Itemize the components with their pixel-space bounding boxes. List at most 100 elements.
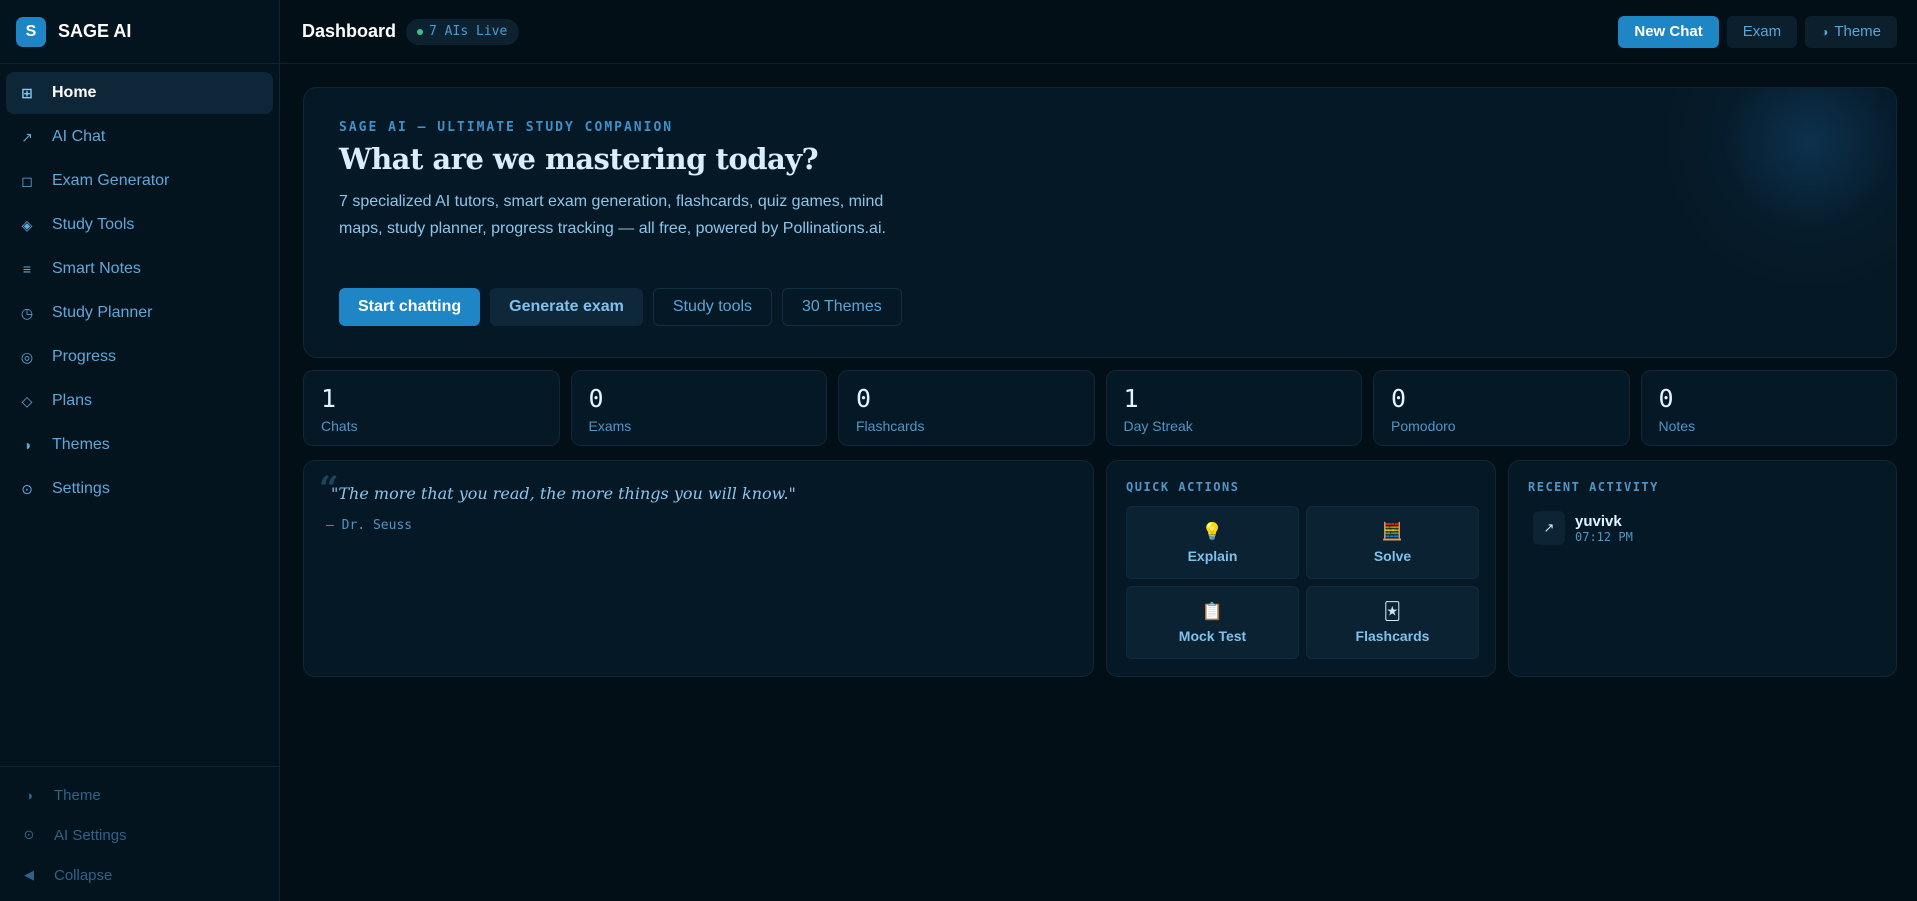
lightbulb-icon: 💡 (1201, 521, 1224, 541)
recent-activity-text: yuvivk 07:12 PM (1575, 513, 1633, 544)
sidebar-item-label: Progress (52, 348, 117, 365)
page-title: Dashboard (302, 21, 397, 41)
sidebar-item-label: Plans (52, 392, 93, 409)
recent-activity-item-time: 07:12 PM (1575, 529, 1633, 544)
stat-label: Exams (588, 418, 632, 434)
stat-flashcards: 0 Flashcards (838, 370, 1095, 446)
stat-value: 1 (1123, 384, 1139, 413)
sidebar-item-label: Themes (52, 436, 110, 453)
quick-action-solve[interactable]: 🧮 Solve (1306, 506, 1479, 579)
sidebar: S SAGE AI ⊞ Home ↗ AI Chat ◻ Exam Genera… (0, 0, 280, 901)
clipboard-icon: 📋 (1201, 601, 1224, 621)
sidebar-footer-theme[interactable]: ◑ Theme (6, 775, 273, 815)
brand[interactable]: S SAGE AI (0, 0, 279, 64)
dot-circle-icon: ⊙ (23, 827, 35, 842)
abacus-icon: 🧮 (1381, 521, 1404, 541)
new-chat-button[interactable]: New Chat (1618, 15, 1719, 48)
live-status-badge: 7 AIs Live (406, 18, 520, 45)
sidebar-item-label: Settings (52, 480, 110, 497)
theme-button-label: Theme (1834, 23, 1881, 40)
theme-button[interactable]: ◑ Theme (1805, 15, 1897, 48)
recent-activity-title: RECENT ACTIVITY (1528, 480, 1659, 494)
diamond-icon: ◇ (21, 392, 33, 409)
brand-name: SAGE AI (58, 21, 132, 41)
quick-action-label: Explain (1187, 547, 1238, 564)
half-circle-icon: ◑ (25, 787, 33, 803)
square-icon: ◻ (21, 172, 33, 189)
sidebar-footer-label: Theme (54, 786, 101, 804)
quick-action-label: Mock Test (1178, 627, 1247, 644)
quick-actions-title: QUICK ACTIONS (1126, 480, 1240, 494)
sidebar-item-study-tools[interactable]: ◈ Study Tools (6, 204, 273, 246)
brand-logo-icon: S (16, 16, 46, 47)
stat-value: 1 (321, 384, 337, 413)
sidebar-item-label: Smart Notes (52, 260, 141, 277)
stat-value: 0 (1658, 384, 1674, 413)
quick-action-flashcards[interactable]: 🃏 Flashcards (1306, 586, 1479, 659)
quick-actions-grid: 💡 Explain 🧮 Solve 📋 Mock Test 🃏 Flashcar… (1126, 506, 1479, 659)
hero-buttons: Start chatting Generate exam Study tools… (339, 288, 902, 326)
half-circle-icon: ◑ (1821, 24, 1829, 39)
sidebar-item-settings[interactable]: ⊙ Settings (6, 468, 273, 510)
live-badge-text: 7 AIs Live (429, 24, 508, 39)
sidebar-item-label: AI Chat (52, 128, 106, 145)
sidebar-item-label: Study Planner (52, 304, 153, 321)
arrow-icon: ↗ (1533, 511, 1565, 545)
triangle-left-icon: ◀ (24, 867, 34, 882)
top-actions: New Chat Exam ◑ Theme (1618, 15, 1897, 48)
stat-value: 0 (1391, 384, 1407, 413)
hero-title: What are we mastering today? (339, 142, 819, 176)
recent-activity-card: RECENT ACTIVITY ↗ yuvivk 07:12 PM (1508, 460, 1897, 677)
sidebar-item-home[interactable]: ⊞ Home (6, 72, 273, 114)
stat-value: 0 (856, 384, 872, 413)
stat-exams: 0 Exams (570, 370, 827, 446)
hero-glow-decoration (1656, 88, 1896, 298)
stat-chats: 1 Chats (303, 370, 560, 446)
quick-action-label: Flashcards (1355, 627, 1430, 644)
hero-card: SAGE AI — ULTIMATE STUDY COMPANION What … (303, 87, 1897, 358)
lines-icon: ≡ (22, 261, 32, 277)
dot-circle-icon: ⊙ (21, 480, 33, 497)
sidebar-item-label: Study Tools (52, 216, 135, 233)
sidebar-item-ai-chat[interactable]: ↗ AI Chat (6, 116, 273, 158)
stats-row: 1 Chats 0 Exams 0 Flashcards 1 Day Strea… (303, 370, 1897, 446)
exam-button[interactable]: Exam (1726, 15, 1798, 48)
sidebar-item-study-planner[interactable]: ◷ Study Planner (6, 292, 273, 334)
quick-action-mock-test[interactable]: 📋 Mock Test (1126, 586, 1299, 659)
sidebar-footer-label: Collapse (54, 866, 113, 884)
stat-day-streak: 1 Day Streak (1105, 370, 1362, 446)
study-tools-button[interactable]: Study tools (652, 288, 773, 326)
quote-author: — Dr. Seuss (326, 518, 413, 533)
stat-label: Flashcards (856, 418, 925, 434)
cards-icon: 🃏 (1383, 601, 1402, 621)
quick-action-label: Solve (1373, 547, 1412, 564)
sidebar-item-exam-generator[interactable]: ◻ Exam Generator (6, 160, 273, 202)
stat-label: Notes (1658, 418, 1696, 434)
themes-button[interactable]: 30 Themes (782, 288, 902, 326)
recent-activity-item[interactable]: ↗ yuvivk 07:12 PM (1533, 511, 1633, 545)
sidebar-nav: ⊞ Home ↗ AI Chat ◻ Exam Generator ◈ Stud… (0, 64, 279, 520)
stat-notes: 0 Notes (1640, 370, 1897, 446)
diamond-dot-icon: ◈ (21, 216, 33, 233)
quick-actions-card: QUICK ACTIONS 💡 Explain 🧮 Solve 📋 Mock T… (1106, 460, 1496, 677)
sidebar-item-plans[interactable]: ◇ Plans (6, 380, 273, 422)
target-icon: ◎ (20, 348, 34, 365)
sidebar-item-progress[interactable]: ◎ Progress (6, 336, 273, 378)
quick-action-explain[interactable]: 💡 Explain (1126, 506, 1299, 579)
start-chatting-button[interactable]: Start chatting (339, 288, 481, 326)
sidebar-footer-ai-settings[interactable]: ⊙ AI Settings (6, 815, 273, 855)
sidebar-footer-collapse[interactable]: ◀ Collapse (6, 855, 273, 895)
sidebar-item-themes[interactable]: ◑ Themes (6, 424, 273, 466)
arrow-icon: ↗ (21, 128, 33, 145)
stat-label: Pomodoro (1391, 418, 1456, 434)
sidebar-footer: ◑ Theme ⊙ AI Settings ◀ Collapse (0, 766, 279, 901)
stat-label: Chats (321, 418, 358, 434)
quote-card: “ "The more that you read, the more thin… (303, 460, 1094, 677)
clock-icon: ◷ (20, 304, 34, 321)
generate-exam-button[interactable]: Generate exam (490, 288, 643, 326)
topbar: Dashboard 7 AIs Live New Chat Exam ◑ The… (280, 0, 1917, 64)
stat-value: 0 (588, 384, 604, 413)
hero-description: 7 specialized AI tutors, smart exam gene… (339, 193, 886, 237)
sidebar-item-smart-notes[interactable]: ≡ Smart Notes (6, 248, 273, 290)
quote-text: "The more that you read, the more things… (331, 484, 796, 503)
